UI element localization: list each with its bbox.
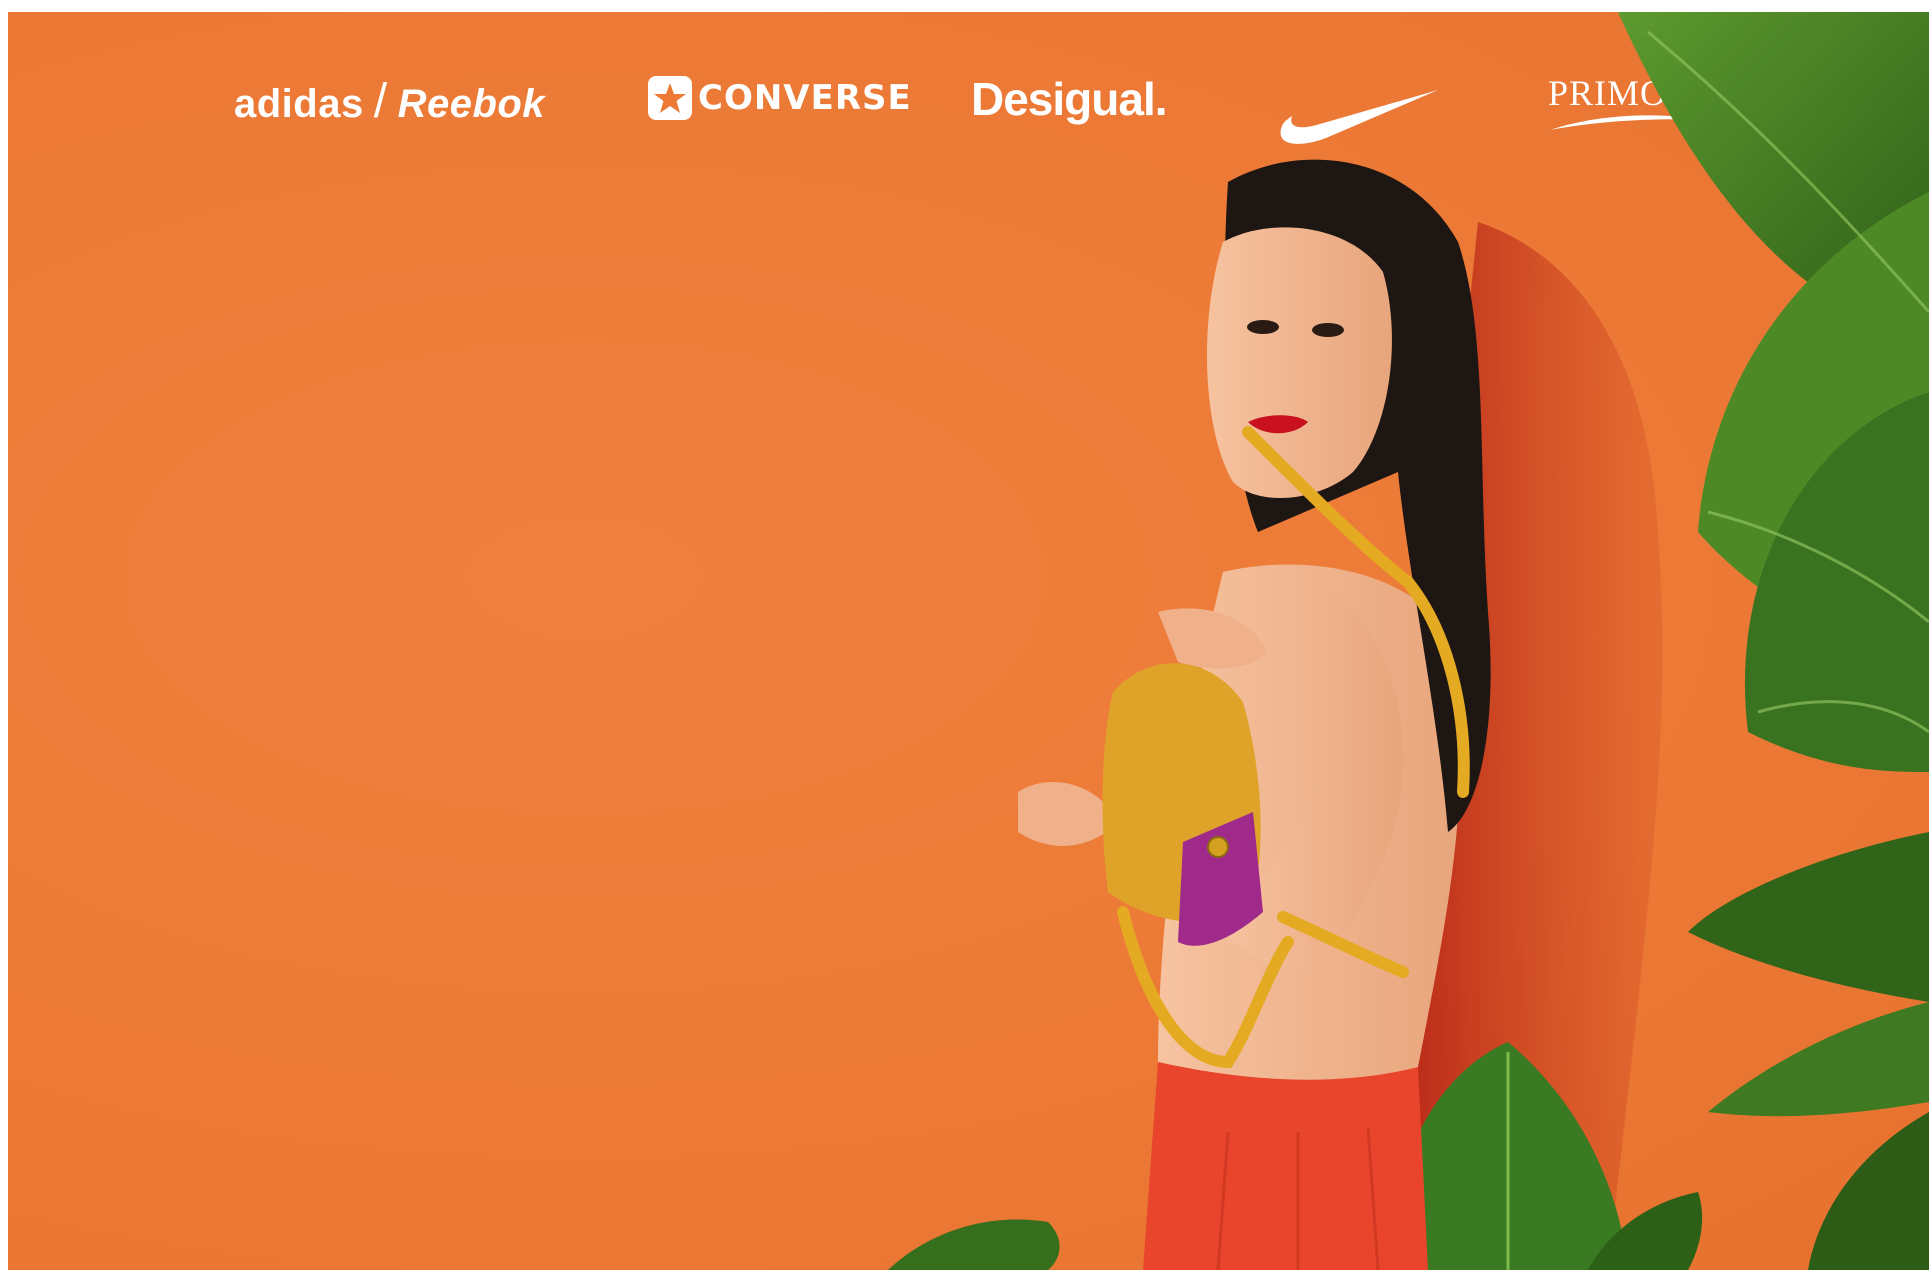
red-skirt bbox=[1143, 1062, 1428, 1270]
banana-leaves-right bbox=[1618, 12, 1929, 1270]
bag-clasp-icon bbox=[1207, 836, 1229, 858]
ad-image: adidas / Reebok CONVERSE Desigual. PRIMOR bbox=[8, 12, 1929, 1270]
left-eye bbox=[1247, 320, 1279, 334]
right-eye bbox=[1312, 323, 1344, 337]
photo-scene bbox=[888, 12, 1929, 1270]
